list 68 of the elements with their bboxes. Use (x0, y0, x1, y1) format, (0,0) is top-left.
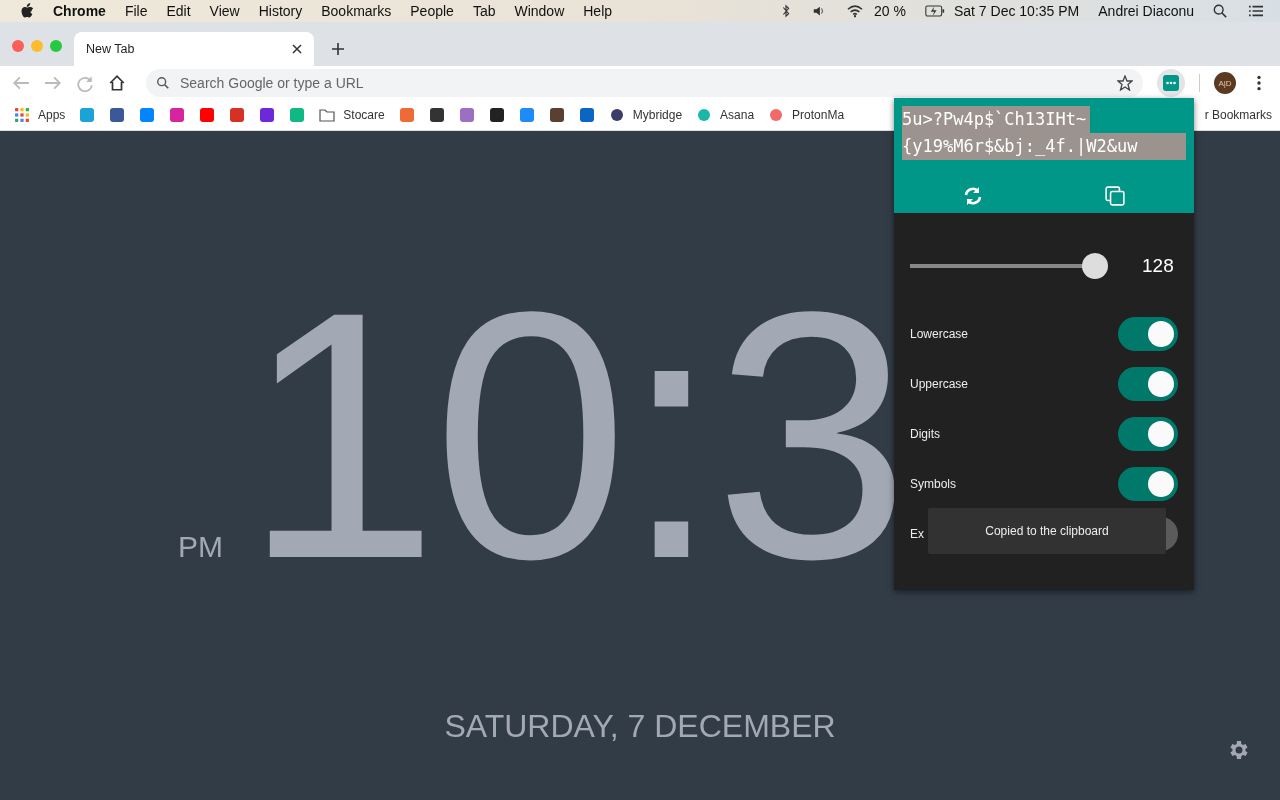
site-icon (768, 107, 785, 123)
generated-password: 5u>?Pw4p$`Ch13IHt~ {y19%M6r$&bj:_4f.|W2&uw (902, 106, 1186, 162)
toggle-switch[interactable] (1118, 317, 1178, 351)
clock-period: PM (178, 530, 223, 564)
search-icon[interactable] (1213, 4, 1227, 18)
bookmark-icon[interactable] (488, 107, 505, 123)
bookmark[interactable]: Mybridge (608, 107, 683, 123)
toggle-switch[interactable] (1118, 417, 1178, 451)
search-icon (156, 76, 170, 90)
notification-list-icon[interactable] (1246, 4, 1266, 18)
clock-time: 10:3 (243, 259, 905, 611)
slider-thumb[interactable] (1082, 253, 1109, 279)
bookmark-icon[interactable] (428, 107, 445, 123)
bookmark[interactable]: Asana (696, 107, 755, 123)
other-bookmarks[interactable]: r Bookmarks (1204, 108, 1272, 122)
clock-date: SATURDAY, 7 DECEMBER (443, 708, 837, 745)
address-input[interactable]: Search Google or type a URL (178, 74, 1109, 92)
bookmark[interactable]: ProtonMa (768, 107, 845, 123)
bookmark-icon[interactable] (548, 107, 565, 123)
menu-item[interactable]: Tab (472, 3, 496, 19)
option-label: Digits (910, 427, 940, 441)
browser-tab[interactable]: New Tab (74, 32, 314, 66)
option-label: Ex (910, 527, 924, 541)
folder-icon (319, 107, 336, 123)
close-icon[interactable] (292, 44, 302, 54)
bookmark-label: Stocare (343, 108, 385, 122)
battery-percent: 20 % (874, 3, 906, 19)
length-value: 128 (1142, 255, 1175, 277)
copy-icon[interactable] (1105, 186, 1125, 206)
option-label: Lowercase (910, 327, 969, 341)
address-bar[interactable]: Search Google or type a URL (146, 69, 1143, 97)
menu-item[interactable]: Bookmarks (321, 3, 392, 19)
bookmark-folder[interactable]: Stocare (319, 107, 385, 123)
site-icon (696, 107, 713, 123)
menu-item[interactable]: Help (583, 3, 613, 19)
user-name[interactable]: Andrei Diaconu (1098, 3, 1194, 19)
toggle-switch[interactable] (1118, 367, 1178, 401)
extension-icon (1163, 75, 1179, 91)
menubar-clock[interactable]: Sat 7 Dec 10:35 PM (953, 3, 1080, 19)
star-icon[interactable] (1117, 75, 1133, 91)
copied-toast: Copied to the clipboard (928, 508, 1166, 554)
bookmark-icon[interactable] (259, 107, 276, 123)
menu-item[interactable]: History (258, 3, 303, 19)
new-tab-icon[interactable] (332, 43, 344, 55)
apple-icon[interactable] (20, 3, 34, 19)
home-icon[interactable] (108, 74, 126, 92)
profile-avatar[interactable]: A|D (1214, 72, 1236, 94)
menu-item[interactable]: People (410, 3, 454, 19)
menu-item[interactable]: Window (514, 3, 565, 19)
bookmark[interactable]: Apps (14, 107, 66, 123)
length-slider[interactable] (910, 253, 1105, 279)
menu-item[interactable]: View (209, 3, 240, 19)
menu-item[interactable]: Chrome (53, 3, 106, 19)
bookmark-label: Asana (720, 108, 755, 122)
bookmark-icon[interactable] (109, 107, 126, 123)
battery-charging-icon[interactable] (924, 4, 945, 18)
option-label: Symbols (910, 477, 956, 491)
bookmark-label: Apps (38, 108, 66, 122)
option-label: Uppercase (910, 377, 969, 391)
menu-item[interactable]: File (124, 3, 148, 19)
bookmark-label: ProtonMa (792, 108, 845, 122)
refresh-icon[interactable] (963, 186, 983, 206)
extension-button[interactable] (1157, 69, 1185, 97)
apps-grid-icon (14, 107, 30, 123)
menu-item[interactable]: Edit (166, 3, 191, 19)
toggle-switch[interactable] (1118, 467, 1178, 501)
site-icon (608, 107, 625, 123)
bookmark-label: Mybridge (632, 108, 683, 122)
